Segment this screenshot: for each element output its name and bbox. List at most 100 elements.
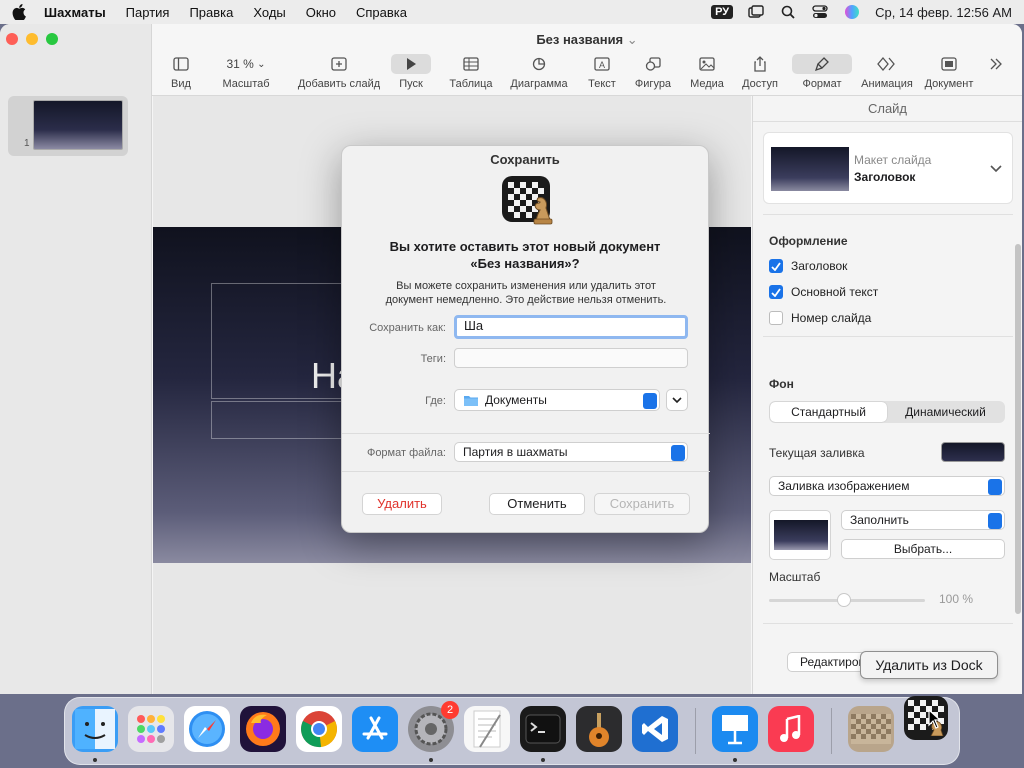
apple-menu-icon[interactable] bbox=[12, 4, 26, 20]
scale-value[interactable]: 100 % bbox=[939, 592, 973, 606]
chevron-double-right-icon bbox=[986, 54, 1006, 74]
siri-icon[interactable] bbox=[843, 4, 861, 20]
close-button[interactable] bbox=[6, 33, 18, 45]
format-inspector: Слайд Макет слайда Заголовок Оформление … bbox=[752, 96, 1022, 694]
updown-arrow-icon bbox=[671, 445, 685, 461]
slide-thumbnail-selected[interactable]: 1 bbox=[8, 96, 128, 156]
chess-board-thumbnail-icon[interactable] bbox=[848, 706, 894, 752]
safari-icon[interactable] bbox=[184, 706, 230, 752]
running-indicator bbox=[429, 758, 433, 762]
menu-window[interactable]: Окно bbox=[306, 5, 336, 20]
textedit-icon[interactable] bbox=[464, 706, 510, 752]
add-slide-button[interactable]: Добавить слайд bbox=[296, 54, 382, 90]
text-icon: A bbox=[582, 54, 622, 74]
checkmark-icon bbox=[769, 259, 783, 273]
control-center-icon[interactable] bbox=[811, 4, 829, 20]
chart-button[interactable]: Диаграмма bbox=[502, 54, 576, 90]
scale-label: Масштаб bbox=[769, 570, 821, 584]
slide-number-checkbox[interactable]: Номер слайда bbox=[769, 311, 871, 325]
search-icon[interactable] bbox=[779, 4, 797, 20]
zoom-button[interactable] bbox=[46, 33, 58, 45]
text-button[interactable]: A Текст bbox=[576, 54, 628, 90]
garageband-icon[interactable] bbox=[576, 706, 622, 752]
dock-divider bbox=[695, 708, 696, 754]
save-button[interactable]: Сохранить bbox=[594, 493, 690, 515]
window-switch-icon[interactable] bbox=[747, 4, 765, 20]
menu-app-chess[interactable]: Шахматы bbox=[44, 5, 106, 20]
menu-bar: Шахматы Партия Правка Ходы Окно Справка … bbox=[0, 0, 1024, 24]
add-slide-icon bbox=[319, 54, 359, 74]
where-label: Где: bbox=[425, 395, 446, 407]
save-as-field[interactable]: Ша bbox=[454, 315, 688, 339]
cancel-button[interactable]: Отменить bbox=[489, 493, 585, 515]
menu-clock[interactable]: Ср, 14 февр. 12:56 AM bbox=[875, 5, 1012, 20]
layout-label: Макет слайда bbox=[854, 153, 932, 167]
format-button[interactable]: Формат bbox=[784, 54, 860, 90]
dock: 2 bbox=[64, 696, 960, 765]
tags-label: Теги: bbox=[420, 353, 446, 365]
music-icon[interactable] bbox=[768, 706, 814, 752]
standard-segment[interactable]: Стандартный bbox=[770, 402, 887, 422]
layout-thumbnail bbox=[771, 147, 849, 191]
document-title[interactable]: Без названия ⌄ bbox=[152, 32, 1022, 48]
expand-browser-button[interactable] bbox=[666, 389, 688, 411]
minimize-button[interactable] bbox=[26, 33, 38, 45]
slide-layout-selector[interactable]: Макет слайда Заголовок bbox=[763, 132, 1013, 204]
inspector-scrollbar[interactable] bbox=[1015, 244, 1021, 614]
slide-number: 1 bbox=[24, 138, 30, 149]
image-fill-thumbnail[interactable] bbox=[769, 510, 831, 560]
fill-mode-popup[interactable]: Заполнить bbox=[841, 510, 1005, 530]
shape-icon bbox=[633, 54, 673, 74]
menu-game[interactable]: Партия bbox=[126, 5, 170, 20]
fill-type-popup[interactable]: Заливка изображением bbox=[769, 476, 1005, 496]
running-indicator bbox=[93, 758, 97, 762]
choose-image-button[interactable]: Выбрать... bbox=[841, 539, 1005, 559]
keynote-icon[interactable] bbox=[712, 706, 758, 752]
zoom-popup[interactable]: 31 % ⌄ Масштаб bbox=[196, 54, 296, 90]
fill-color-well[interactable] bbox=[941, 442, 1005, 462]
updown-arrow-icon bbox=[988, 479, 1002, 495]
appearance-heading: Оформление bbox=[769, 234, 848, 248]
launchpad-icon[interactable] bbox=[128, 706, 174, 752]
background-segmented-control: Стандартный Динамический bbox=[769, 401, 1005, 423]
app-store-icon[interactable] bbox=[352, 706, 398, 752]
table-button[interactable]: Таблица bbox=[440, 54, 502, 90]
finder-icon[interactable] bbox=[72, 706, 118, 752]
tags-field[interactable] bbox=[454, 348, 688, 368]
mouse-pointer-icon bbox=[928, 708, 942, 732]
inspector-title: Слайд bbox=[753, 96, 1022, 122]
document-button[interactable]: Документ bbox=[914, 54, 984, 90]
terminal-icon[interactable] bbox=[520, 706, 566, 752]
view-button[interactable]: Вид bbox=[166, 54, 196, 90]
scale-slider-knob[interactable] bbox=[837, 593, 851, 607]
share-button[interactable]: Доступ bbox=[736, 54, 784, 90]
more-tools-button[interactable] bbox=[984, 54, 1008, 90]
input-source-indicator[interactable]: РУ bbox=[711, 5, 734, 19]
play-button[interactable]: Пуск bbox=[382, 54, 440, 90]
dialog-heading: Вы хотите оставить этот новый документ «… bbox=[389, 239, 661, 271]
body-checkbox[interactable]: Основной текст bbox=[769, 285, 878, 299]
media-button[interactable]: Медиа bbox=[678, 54, 736, 90]
location-popup[interactable]: Документы bbox=[454, 389, 660, 411]
title-checkbox[interactable]: Заголовок bbox=[769, 259, 847, 273]
vscode-icon[interactable] bbox=[632, 706, 678, 752]
file-format-label: Формат файла: bbox=[366, 447, 446, 459]
dock-context-tooltip[interactable]: Удалить из Dock bbox=[860, 651, 998, 679]
updown-arrow-icon bbox=[643, 393, 657, 409]
edit-background-button[interactable]: Редактировать bbox=[787, 652, 867, 672]
menu-moves[interactable]: Ходы bbox=[253, 5, 285, 20]
file-format-popup[interactable]: Партия в шахматы bbox=[454, 442, 688, 462]
divider bbox=[342, 471, 710, 472]
system-settings-icon[interactable]: 2 bbox=[408, 701, 459, 752]
paintbrush-icon bbox=[792, 54, 852, 74]
divider bbox=[763, 623, 1013, 624]
chrome-icon[interactable] bbox=[296, 706, 342, 752]
animate-button[interactable]: Анимация bbox=[860, 54, 914, 90]
delete-button[interactable]: Удалить bbox=[362, 493, 442, 515]
chevron-down-icon: ⌄ bbox=[257, 58, 266, 70]
menu-help[interactable]: Справка bbox=[356, 5, 407, 20]
dynamic-segment[interactable]: Динамический bbox=[887, 402, 1004, 422]
shape-button[interactable]: Фигура bbox=[628, 54, 678, 90]
firefox-icon[interactable] bbox=[240, 706, 286, 752]
menu-edit[interactable]: Правка bbox=[189, 5, 233, 20]
